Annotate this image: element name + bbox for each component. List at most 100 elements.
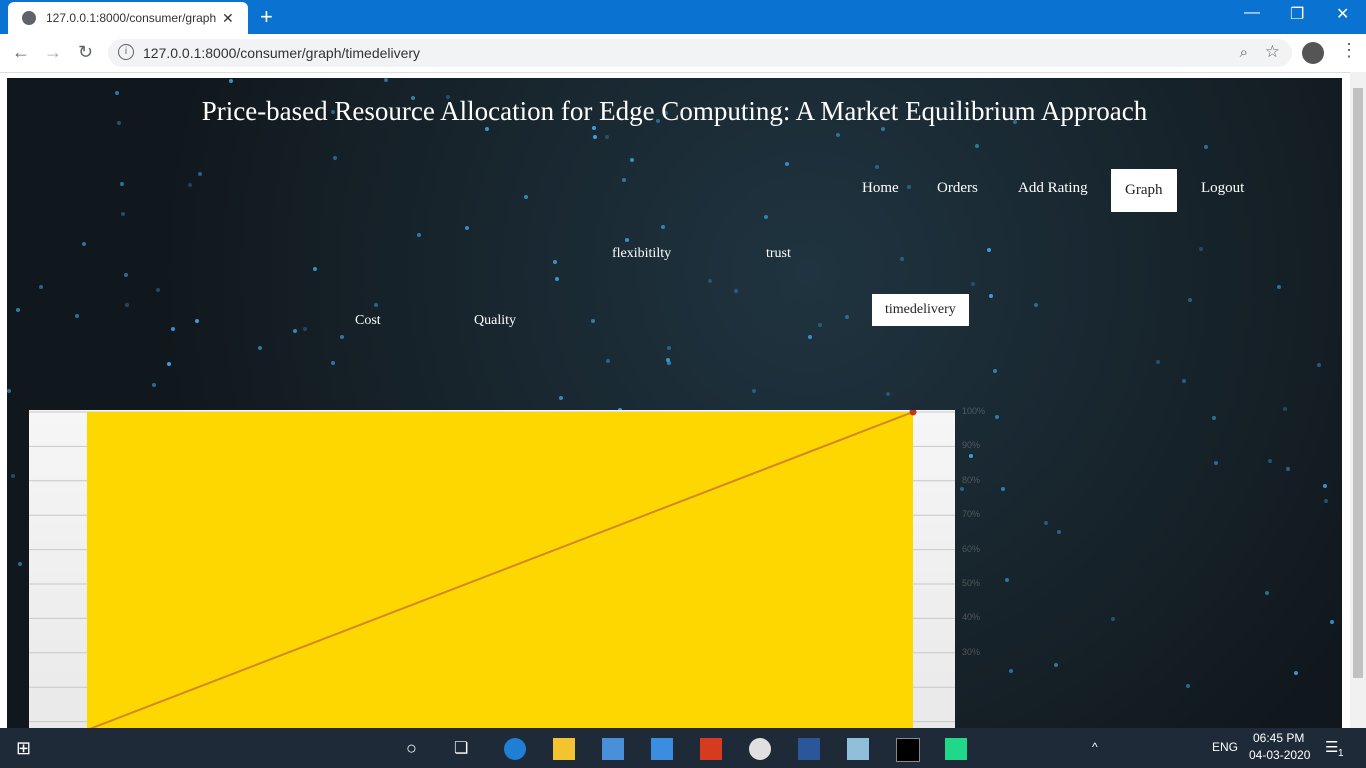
network-dot xyxy=(229,79,233,83)
chrome-icon[interactable] xyxy=(749,738,771,760)
word-icon[interactable] xyxy=(798,738,820,760)
network-dot xyxy=(752,389,756,393)
graph-link-cost[interactable]: Cost xyxy=(355,313,381,329)
vertical-scrollbar[interactable] xyxy=(1350,72,1366,728)
network-dot xyxy=(593,135,597,139)
office-icon[interactable] xyxy=(700,738,722,760)
network-dot xyxy=(734,289,738,293)
mail-icon[interactable] xyxy=(651,738,673,760)
network-dot xyxy=(667,346,671,350)
graph-link-trust[interactable]: trust xyxy=(766,246,791,262)
network-dot xyxy=(836,133,840,137)
clock-time[interactable]: 06:45 PM xyxy=(1253,731,1304,745)
network-dot xyxy=(465,226,469,230)
edge-browser-icon[interactable] xyxy=(504,738,526,760)
new-tab-plus-icon[interactable]: + xyxy=(260,4,273,30)
tab-close-icon[interactable]: ✕ xyxy=(222,10,234,27)
nav-graph[interactable]: Graph xyxy=(1111,169,1177,212)
network-dot xyxy=(630,158,634,162)
network-dot xyxy=(622,178,626,182)
network-dot xyxy=(1324,499,1328,503)
network-dot xyxy=(524,195,528,199)
tray-chevron-icon[interactable]: ^ xyxy=(1092,740,1098,754)
network-dot xyxy=(1009,669,1013,673)
network-dot xyxy=(1286,467,1290,471)
network-dot xyxy=(667,361,671,365)
network-dot xyxy=(1214,461,1218,465)
network-dot xyxy=(1283,407,1287,411)
network-dot xyxy=(198,172,202,176)
browser-tab[interactable]: 127.0.0.1:8000/consumer/graph/t ✕ xyxy=(8,2,248,34)
action-center-icon[interactable]: ☰ xyxy=(1325,738,1338,756)
network-dot xyxy=(875,165,879,169)
graph-link-flexibility[interactable]: flexibitilty xyxy=(612,246,671,262)
network-dot xyxy=(125,303,129,307)
task-view-icon[interactable]: ❏ xyxy=(454,738,476,760)
network-dot xyxy=(115,91,119,95)
network-dot xyxy=(124,273,128,277)
page-background: Price-based Resource Allocation for Edge… xyxy=(7,78,1342,728)
site-info-icon[interactable]: i xyxy=(118,44,134,60)
right-axis-tick-label: 30% xyxy=(962,646,981,657)
network-dot xyxy=(886,392,890,396)
profile-avatar[interactable] xyxy=(1302,42,1324,64)
network-dot xyxy=(293,329,297,333)
network-dot xyxy=(785,162,789,166)
network-dot xyxy=(258,346,262,350)
back-arrow-icon[interactable]: ← xyxy=(12,42,30,63)
network-dot xyxy=(313,267,317,271)
nav-logout[interactable]: Logout xyxy=(1201,180,1244,197)
network-dot xyxy=(188,183,192,187)
reload-icon[interactable]: ↻ xyxy=(78,42,93,63)
store-icon[interactable] xyxy=(602,738,624,760)
right-axis-tick-label: 70% xyxy=(962,509,981,520)
graph-link-quality[interactable]: Quality xyxy=(474,313,516,329)
minimize-icon[interactable]: — xyxy=(1244,4,1260,22)
nav-add-rating[interactable]: Add Rating xyxy=(1018,180,1088,197)
network-dot xyxy=(605,135,609,139)
scrollbar-thumb[interactable] xyxy=(1353,88,1363,678)
right-axis-tick-label: 50% xyxy=(962,578,981,588)
browser-tab-strip: 127.0.0.1:8000/consumer/graph/t ✕ + — ❐ … xyxy=(0,0,1366,34)
network-dot xyxy=(11,474,15,478)
bookmark-star-icon[interactable]: ☆ xyxy=(1265,42,1280,62)
network-dot xyxy=(417,233,421,237)
nav-orders[interactable]: Orders xyxy=(937,180,978,197)
network-dot xyxy=(960,487,964,491)
restore-icon[interactable]: ❐ xyxy=(1290,4,1304,24)
network-dot xyxy=(969,454,973,458)
network-dot xyxy=(606,359,610,363)
chart-svg xyxy=(29,410,955,728)
window-close-icon[interactable]: ✕ xyxy=(1336,4,1349,24)
network-dot xyxy=(591,319,595,323)
file-explorer-icon[interactable] xyxy=(553,738,575,760)
url-text: 127.0.0.1:8000/consumer/graph/timedelive… xyxy=(143,45,421,61)
graph-link-timedelivery[interactable]: timedelivery xyxy=(872,294,969,326)
network-dot xyxy=(1044,521,1048,525)
network-dot xyxy=(1005,578,1009,582)
network-dot xyxy=(82,242,86,246)
app-icon[interactable] xyxy=(847,738,869,760)
terminal-icon[interactable] xyxy=(896,738,920,762)
clock-date[interactable]: 04-03-2020 xyxy=(1249,748,1310,762)
pycharm-icon[interactable] xyxy=(945,738,967,760)
kebab-menu-icon[interactable]: ⋮ xyxy=(1340,40,1358,61)
network-dot xyxy=(340,335,344,339)
network-dot xyxy=(661,225,665,229)
network-dot xyxy=(1156,360,1160,364)
network-dot xyxy=(1057,530,1061,534)
omnibox[interactable]: i 127.0.0.1:8000/consumer/graph/timedeli… xyxy=(108,39,1292,67)
network-dot xyxy=(1268,459,1272,463)
windows-start-icon[interactable]: ⊞ xyxy=(16,738,38,760)
network-dot xyxy=(975,144,979,148)
network-dot xyxy=(993,369,997,373)
network-dot xyxy=(1317,363,1321,367)
cortana-circle-icon[interactable]: ○ xyxy=(406,738,428,760)
language-indicator[interactable]: ENG xyxy=(1212,740,1238,754)
zoom-icon[interactable]: ⌕ xyxy=(1240,44,1248,61)
network-dot xyxy=(1182,379,1186,383)
nav-home[interactable]: Home xyxy=(862,180,899,197)
page-title: Price-based Resource Allocation for Edge… xyxy=(201,96,1148,126)
forward-arrow-icon[interactable]: → xyxy=(44,42,62,63)
network-dot xyxy=(333,156,337,160)
